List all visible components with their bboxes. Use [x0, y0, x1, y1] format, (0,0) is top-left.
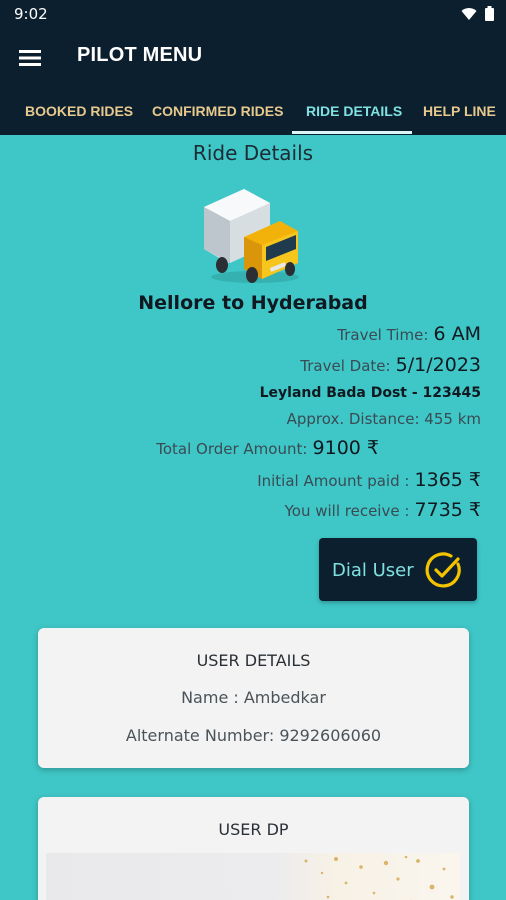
initial-amount-label: Initial Amount paid : — [257, 472, 410, 490]
travel-date-label: Travel Date: — [300, 357, 391, 375]
travel-date-row: Travel Date: 5/1/2023 — [300, 354, 481, 376]
dial-user-label: Dial User — [332, 560, 414, 581]
user-name: Name : Ambedkar — [181, 688, 326, 707]
total-amount-value: 9100 ₹ — [312, 437, 379, 459]
truck-icon — [204, 189, 299, 283]
glitter-pattern — [304, 855, 454, 900]
travel-time-row: Travel Time: 6 AM — [337, 323, 481, 345]
section-title: Ride Details — [192, 141, 314, 165]
menu-icon — [19, 50, 41, 66]
battery-icon — [485, 6, 494, 21]
status-time: 9:02 — [14, 5, 48, 23]
distance-text: Approx. Distance: 455 km — [286, 410, 481, 428]
hamburger-menu-button[interactable] — [14, 42, 46, 74]
tab-ride-details[interactable]: RIDE DETAILS — [306, 103, 402, 119]
receive-amount-label: You will receive : — [284, 502, 410, 520]
travel-time-value: 6 AM — [433, 323, 481, 345]
tab-booked-rides[interactable]: BOOKED RIDES — [25, 103, 133, 119]
check-circle-icon — [425, 552, 461, 588]
route-heading: Nellore to Hyderabad — [138, 292, 368, 314]
tab-help-line[interactable]: HELP LINE — [423, 103, 496, 119]
status-bar: 9:02 — [0, 0, 506, 28]
initial-amount-value: 1365 ₹ — [414, 469, 481, 491]
receive-amount-value: 7735 ₹ — [414, 499, 481, 521]
app-title: PILOT MENU — [77, 44, 203, 66]
user-details-title: USER DETAILS — [196, 651, 311, 670]
active-tab-indicator — [292, 131, 412, 134]
distance-info: Approx. Distance: 455 km — [287, 409, 481, 428]
user-alternate-number[interactable]: Alternate Number: 9292606060 — [38, 726, 469, 745]
initial-amount-row: Initial Amount paid : 1365 ₹ — [257, 469, 481, 491]
user-dp-image[interactable] — [46, 853, 460, 900]
user-details-card: USER DETAILS Name : Ambedkar Alternate N… — [38, 628, 469, 768]
dial-user-button[interactable]: Dial User — [319, 538, 477, 601]
travel-time-label: Travel Time: — [337, 326, 429, 344]
user-dp-card: USER DP — [38, 797, 469, 900]
user-dp-title: USER DP — [218, 820, 289, 839]
total-amount-row: Total Order Amount: 9100 ₹ — [156, 437, 379, 459]
receive-amount-row: You will receive : 7735 ₹ — [285, 499, 481, 521]
tab-bar: BOOKED RIDES CONFIRMED RIDES RIDE DETAIL… — [0, 88, 506, 135]
wifi-icon — [461, 7, 477, 20]
travel-date-value: 5/1/2023 — [395, 354, 481, 376]
tab-confirmed-rides[interactable]: CONFIRMED RIDES — [152, 103, 283, 119]
status-icons — [461, 6, 494, 21]
vehicle-info: Leyland Bada Dost - 123445 — [259, 385, 481, 401]
app-bar: PILOT MENU — [0, 28, 506, 88]
total-amount-label: Total Order Amount: — [156, 440, 308, 458]
ride-details-content: Ride Details Nellore to Hyderabad Travel… — [0, 135, 506, 900]
